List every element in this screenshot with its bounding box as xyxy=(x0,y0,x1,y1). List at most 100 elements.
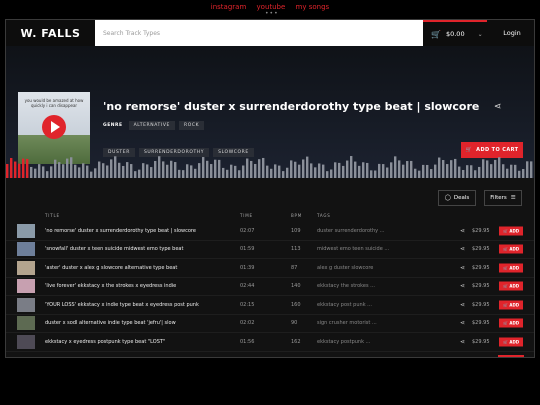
waveform-bar xyxy=(302,159,305,178)
waveform-bar xyxy=(522,169,525,178)
share-icon[interactable]: ⋖ xyxy=(460,283,465,290)
waveform-bar xyxy=(94,168,97,178)
waveform-bar xyxy=(486,160,489,178)
share-icon[interactable]: ⋖ xyxy=(460,227,465,234)
table-row[interactable]: 'no remorse' duster x surrenderdorothy t… xyxy=(6,222,534,241)
track-tags: ekkstacy post punk ... xyxy=(317,301,372,308)
add-button[interactable]: 🛒 ADD xyxy=(499,263,524,273)
cart-button[interactable]: 🛒 $0.00 ⌄ xyxy=(423,20,487,46)
waveform-bar xyxy=(134,171,137,178)
waveform-bar xyxy=(14,161,17,178)
track-time: 02:15 xyxy=(240,301,255,308)
top-links: instagram youtube my songs ••• xyxy=(0,3,540,17)
share-icon[interactable]: ⋖ xyxy=(460,301,465,308)
next-row-add-button[interactable] xyxy=(498,355,524,357)
track-title[interactable]: 'snowfall' duster x teen suicide midwest… xyxy=(45,246,183,252)
add-button[interactable]: 🛒 ADD xyxy=(499,226,524,236)
waveform-bar xyxy=(70,157,73,178)
share-icon[interactable]: ⋖ xyxy=(460,338,465,345)
waveform-bar xyxy=(26,158,29,178)
genre-tag[interactable]: ALTERNATIVE xyxy=(128,121,175,130)
share-icon[interactable]: ⋖ xyxy=(460,246,465,253)
waveform-bar xyxy=(442,160,445,178)
waveform-bar xyxy=(342,165,345,178)
add-label: ADD xyxy=(509,246,520,252)
waveform-bar xyxy=(82,163,85,178)
waveform-bar xyxy=(514,164,517,178)
add-button[interactable]: 🛒 ADD xyxy=(499,244,524,254)
login-button[interactable]: Login xyxy=(490,20,534,46)
waveform-bar xyxy=(370,170,373,178)
deals-button[interactable]: ◯ Deals xyxy=(438,190,476,206)
instagram-link[interactable]: instagram xyxy=(211,3,247,11)
cover-art-text: you would be amazed at how quickly i can… xyxy=(24,98,84,108)
add-button[interactable]: 🛒 ADD xyxy=(499,300,524,310)
waveform-bar xyxy=(346,160,349,178)
track-title[interactable]: duster x sodl alternative indie type bea… xyxy=(45,320,176,326)
waveform-bar xyxy=(430,169,433,178)
track-price: $29.95 xyxy=(472,320,490,327)
waveform-bar xyxy=(106,165,109,178)
track-thumbnail[interactable] xyxy=(17,279,35,294)
filters-button[interactable]: Filters ☰ xyxy=(484,190,522,206)
track-bpm: 90 xyxy=(291,320,298,327)
table-row[interactable]: 'YOUR LOSS' ekkstacy x indie type beat x… xyxy=(6,296,534,315)
track-tags: midwest emo teen suicide ... xyxy=(317,246,389,253)
waveform[interactable] xyxy=(6,154,534,178)
table-row[interactable]: 'snowfall' duster x teen suicide midwest… xyxy=(6,241,534,259)
track-thumbnail[interactable] xyxy=(17,297,35,312)
waveform-bar xyxy=(530,161,533,178)
track-thumbnail[interactable] xyxy=(17,223,35,238)
my-songs-link[interactable]: my songs xyxy=(296,3,330,11)
add-button[interactable]: 🛒 ADD xyxy=(499,318,524,328)
waveform-bar xyxy=(238,170,241,178)
header: W. FALLS Search Track Types 🛒 $0.00 ⌄ Lo… xyxy=(6,20,534,46)
waveform-bar xyxy=(110,159,113,178)
track-title[interactable]: 'aster' duster x alex g slowcore alterna… xyxy=(45,265,177,271)
genre-row: GENRE ALTERNATIVE ROCK xyxy=(103,121,205,130)
share-icon[interactable]: ⋖ xyxy=(460,320,465,327)
track-price: $29.95 xyxy=(472,264,490,271)
table-row[interactable]: ekkstacy x eyedress postpunk type beat "… xyxy=(6,333,534,352)
track-title[interactable]: 'no remorse' duster x surrenderdorothy t… xyxy=(45,228,196,234)
waveform-bar xyxy=(10,158,13,178)
search-input[interactable]: Search Track Types xyxy=(95,20,423,46)
waveform-bar xyxy=(174,162,177,178)
track-thumbnail[interactable] xyxy=(17,242,35,257)
share-icon[interactable]: ⋖ xyxy=(494,102,502,112)
waveform-bar xyxy=(426,164,429,178)
track-price: $29.95 xyxy=(472,301,490,308)
waveform-bar xyxy=(358,165,361,178)
waveform-bar xyxy=(462,169,465,178)
add-button[interactable]: 🛒 ADD xyxy=(499,337,524,347)
table-row[interactable]: 'aster' duster x alex g slowcore alterna… xyxy=(6,259,534,278)
track-thumbnail[interactable] xyxy=(17,260,35,275)
waveform-bar xyxy=(506,168,509,178)
track-tags: ekkstacy the strokes ... xyxy=(317,283,375,290)
track-title[interactable]: 'YOUR LOSS' ekkstacy x indie type beat x… xyxy=(45,302,199,308)
track-price: $29.95 xyxy=(472,338,490,345)
track-title[interactable]: ekkstacy x eyedress postpunk type beat "… xyxy=(45,339,165,345)
track-time: 02:02 xyxy=(240,320,255,327)
waveform-bar xyxy=(398,160,401,178)
add-button[interactable]: 🛒 ADD xyxy=(499,281,524,291)
track-bpm: 109 xyxy=(291,227,301,234)
waveform-bar xyxy=(62,164,65,178)
track-list: 'no remorse' duster x surrenderdorothy t… xyxy=(6,222,534,352)
track-title[interactable]: 'live forever' ekkstacy x the strokes x … xyxy=(45,283,176,289)
waveform-bar xyxy=(390,162,393,178)
waveform-bar xyxy=(254,163,257,178)
table-row[interactable]: duster x sodl alternative indie type bea… xyxy=(6,315,534,333)
waveform-bar xyxy=(450,160,453,178)
track-thumbnail[interactable] xyxy=(17,334,35,349)
share-icon[interactable]: ⋖ xyxy=(460,264,465,271)
logo[interactable]: W. FALLS xyxy=(6,20,95,46)
waveform-bar xyxy=(446,164,449,178)
track-bpm: 140 xyxy=(291,283,301,290)
genre-tag[interactable]: ROCK xyxy=(178,121,205,130)
waveform-bar xyxy=(326,171,329,178)
play-button[interactable] xyxy=(42,115,66,139)
waveform-bar xyxy=(114,156,117,178)
track-thumbnail[interactable] xyxy=(17,316,35,331)
table-row[interactable]: 'live forever' ekkstacy x the strokes x … xyxy=(6,278,534,296)
